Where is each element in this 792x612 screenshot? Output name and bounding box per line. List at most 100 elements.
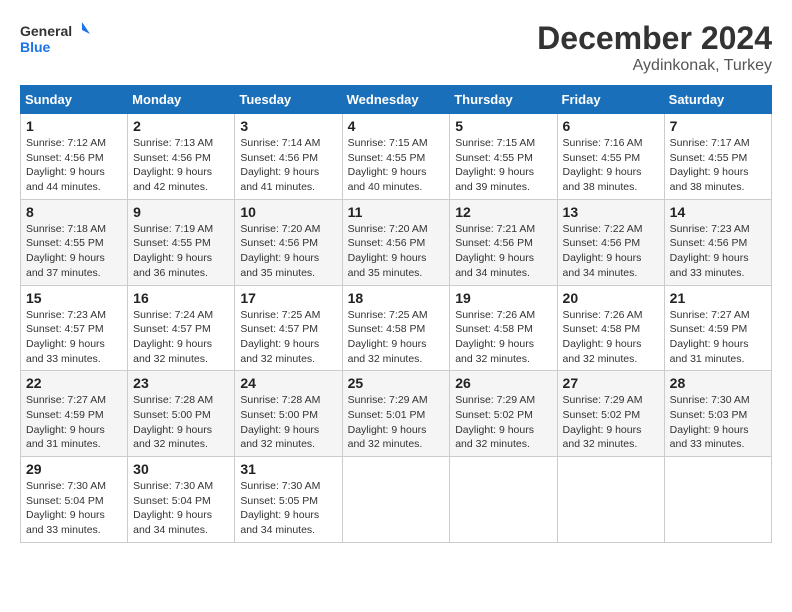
day-info: Sunrise: 7:21 AMSunset: 4:56 PMDaylight:… xyxy=(455,222,551,281)
calendar-cell: 24Sunrise: 7:28 AMSunset: 5:00 PMDayligh… xyxy=(235,371,342,457)
day-number: 28 xyxy=(670,375,766,391)
day-number: 27 xyxy=(563,375,659,391)
weekday-header-sunday: Sunday xyxy=(21,86,128,114)
day-number: 30 xyxy=(133,461,229,477)
day-number: 21 xyxy=(670,290,766,306)
day-number: 17 xyxy=(240,290,336,306)
day-info: Sunrise: 7:26 AMSunset: 4:58 PMDaylight:… xyxy=(455,308,551,367)
weekday-header-wednesday: Wednesday xyxy=(342,86,450,114)
weekday-header-tuesday: Tuesday xyxy=(235,86,342,114)
day-info: Sunrise: 7:30 AMSunset: 5:03 PMDaylight:… xyxy=(670,393,766,452)
day-number: 2 xyxy=(133,118,229,134)
calendar-week-3: 15Sunrise: 7:23 AMSunset: 4:57 PMDayligh… xyxy=(21,285,772,371)
day-number: 10 xyxy=(240,204,336,220)
day-number: 5 xyxy=(455,118,551,134)
day-info: Sunrise: 7:23 AMSunset: 4:56 PMDaylight:… xyxy=(670,222,766,281)
day-info: Sunrise: 7:29 AMSunset: 5:01 PMDaylight:… xyxy=(348,393,445,452)
day-number: 6 xyxy=(563,118,659,134)
month-title: December 2024 xyxy=(537,20,772,57)
day-number: 8 xyxy=(26,204,122,220)
day-number: 24 xyxy=(240,375,336,391)
day-info: Sunrise: 7:20 AMSunset: 4:56 PMDaylight:… xyxy=(240,222,336,281)
day-number: 4 xyxy=(348,118,445,134)
logo-svg: General Blue xyxy=(20,20,90,60)
day-info: Sunrise: 7:15 AMSunset: 4:55 PMDaylight:… xyxy=(455,136,551,195)
calendar-cell: 19Sunrise: 7:26 AMSunset: 4:58 PMDayligh… xyxy=(450,285,557,371)
day-number: 7 xyxy=(670,118,766,134)
day-info: Sunrise: 7:20 AMSunset: 4:56 PMDaylight:… xyxy=(348,222,445,281)
svg-text:Blue: Blue xyxy=(20,39,51,55)
calendar-cell: 8 Sunrise: 7:18 AMSunset: 4:55 PMDaylight… xyxy=(21,199,128,285)
weekday-header-monday: Monday xyxy=(128,86,235,114)
day-info: Sunrise: 7:30 AMSunset: 5:05 PMDaylight:… xyxy=(240,479,336,538)
calendar-cell: 6 Sunrise: 7:16 AMSunset: 4:55 PMDaylight… xyxy=(557,114,664,200)
location-title: Aydinkonak, Turkey xyxy=(537,57,772,75)
calendar-cell: 5 Sunrise: 7:15 AMSunset: 4:55 PMDaylight… xyxy=(450,114,557,200)
title-area: December 2024 Aydinkonak, Turkey xyxy=(537,20,772,75)
calendar-cell: 25 Sunrise: 7:29 AMSunset: 5:01 PMDayligh… xyxy=(342,371,450,457)
day-number: 23 xyxy=(133,375,229,391)
day-info: Sunrise: 7:23 AMSunset: 4:57 PMDaylight:… xyxy=(26,308,122,367)
svg-text:General: General xyxy=(20,23,72,39)
day-number: 3 xyxy=(240,118,336,134)
calendar-cell: 16 Sunrise: 7:24 AMSunset: 4:57 PMDayligh… xyxy=(128,285,235,371)
calendar-cell xyxy=(557,457,664,543)
day-info: Sunrise: 7:18 AMSunset: 4:55 PMDaylight:… xyxy=(26,222,122,281)
day-info: Sunrise: 7:16 AMSunset: 4:55 PMDaylight:… xyxy=(563,136,659,195)
calendar-cell: 15Sunrise: 7:23 AMSunset: 4:57 PMDayligh… xyxy=(21,285,128,371)
day-number: 13 xyxy=(563,204,659,220)
day-info: Sunrise: 7:29 AMSunset: 5:02 PMDaylight:… xyxy=(563,393,659,452)
day-info: Sunrise: 7:24 AMSunset: 4:57 PMDaylight:… xyxy=(133,308,229,367)
day-number: 31 xyxy=(240,461,336,477)
day-info: Sunrise: 7:27 AMSunset: 4:59 PMDaylight:… xyxy=(670,308,766,367)
day-info: Sunrise: 7:22 AMSunset: 4:56 PMDaylight:… xyxy=(563,222,659,281)
calendar-cell: 4 Sunrise: 7:15 AMSunset: 4:55 PMDaylight… xyxy=(342,114,450,200)
calendar-cell: 18Sunrise: 7:25 AMSunset: 4:58 PMDayligh… xyxy=(342,285,450,371)
header: General Blue December 2024 Aydinkonak, T… xyxy=(20,20,772,75)
calendar-cell: 22 Sunrise: 7:27 AMSunset: 4:59 PMDayligh… xyxy=(21,371,128,457)
calendar-table: SundayMondayTuesdayWednesdayThursdayFrid… xyxy=(20,85,772,543)
day-number: 25 xyxy=(348,375,445,391)
weekday-header-friday: Friday xyxy=(557,86,664,114)
day-info: Sunrise: 7:13 AMSunset: 4:56 PMDaylight:… xyxy=(133,136,229,195)
calendar-week-5: 29 Sunrise: 7:30 AMSunset: 5:04 PMDayligh… xyxy=(21,457,772,543)
day-number: 14 xyxy=(670,204,766,220)
day-info: Sunrise: 7:12 AMSunset: 4:56 PMDaylight:… xyxy=(26,136,122,195)
calendar-cell: 31 Sunrise: 7:30 AMSunset: 5:05 PMDayligh… xyxy=(235,457,342,543)
day-number: 22 xyxy=(26,375,122,391)
day-number: 12 xyxy=(455,204,551,220)
calendar-cell: 14 Sunrise: 7:23 AMSunset: 4:56 PMDayligh… xyxy=(664,199,771,285)
day-info: Sunrise: 7:29 AMSunset: 5:02 PMDaylight:… xyxy=(455,393,551,452)
day-info: Sunrise: 7:14 AMSunset: 4:56 PMDaylight:… xyxy=(240,136,336,195)
calendar-cell: 11Sunrise: 7:20 AMSunset: 4:56 PMDayligh… xyxy=(342,199,450,285)
calendar-cell xyxy=(450,457,557,543)
calendar-cell: 17 Sunrise: 7:25 AMSunset: 4:57 PMDayligh… xyxy=(235,285,342,371)
calendar-week-2: 8 Sunrise: 7:18 AMSunset: 4:55 PMDaylight… xyxy=(21,199,772,285)
day-info: Sunrise: 7:17 AMSunset: 4:55 PMDaylight:… xyxy=(670,136,766,195)
calendar-cell: 10 Sunrise: 7:20 AMSunset: 4:56 PMDayligh… xyxy=(235,199,342,285)
calendar-cell xyxy=(342,457,450,543)
day-info: Sunrise: 7:28 AMSunset: 5:00 PMDaylight:… xyxy=(133,393,229,452)
calendar-cell: 26 Sunrise: 7:29 AMSunset: 5:02 PMDayligh… xyxy=(450,371,557,457)
day-number: 18 xyxy=(348,290,445,306)
calendar-cell: 7 Sunrise: 7:17 AMSunset: 4:55 PMDaylight… xyxy=(664,114,771,200)
day-info: Sunrise: 7:27 AMSunset: 4:59 PMDaylight:… xyxy=(26,393,122,452)
day-info: Sunrise: 7:30 AMSunset: 5:04 PMDaylight:… xyxy=(26,479,122,538)
weekday-header-row: SundayMondayTuesdayWednesdayThursdayFrid… xyxy=(21,86,772,114)
day-number: 16 xyxy=(133,290,229,306)
calendar-cell: 30Sunrise: 7:30 AMSunset: 5:04 PMDayligh… xyxy=(128,457,235,543)
logo: General Blue xyxy=(20,20,90,60)
calendar-cell: 12 Sunrise: 7:21 AMSunset: 4:56 PMDayligh… xyxy=(450,199,557,285)
day-number: 26 xyxy=(455,375,551,391)
calendar-cell: 27 Sunrise: 7:29 AMSunset: 5:02 PMDayligh… xyxy=(557,371,664,457)
day-number: 9 xyxy=(133,204,229,220)
calendar-cell: 3 Sunrise: 7:14 AMSunset: 4:56 PMDaylight… xyxy=(235,114,342,200)
day-info: Sunrise: 7:15 AMSunset: 4:55 PMDaylight:… xyxy=(348,136,445,195)
day-number: 29 xyxy=(26,461,122,477)
calendar-cell: 20Sunrise: 7:26 AMSunset: 4:58 PMDayligh… xyxy=(557,285,664,371)
calendar-cell: 29 Sunrise: 7:30 AMSunset: 5:04 PMDayligh… xyxy=(21,457,128,543)
day-info: Sunrise: 7:25 AMSunset: 4:57 PMDaylight:… xyxy=(240,308,336,367)
calendar-cell xyxy=(664,457,771,543)
calendar-week-1: 1Sunrise: 7:12 AMSunset: 4:56 PMDaylight… xyxy=(21,114,772,200)
day-info: Sunrise: 7:26 AMSunset: 4:58 PMDaylight:… xyxy=(563,308,659,367)
